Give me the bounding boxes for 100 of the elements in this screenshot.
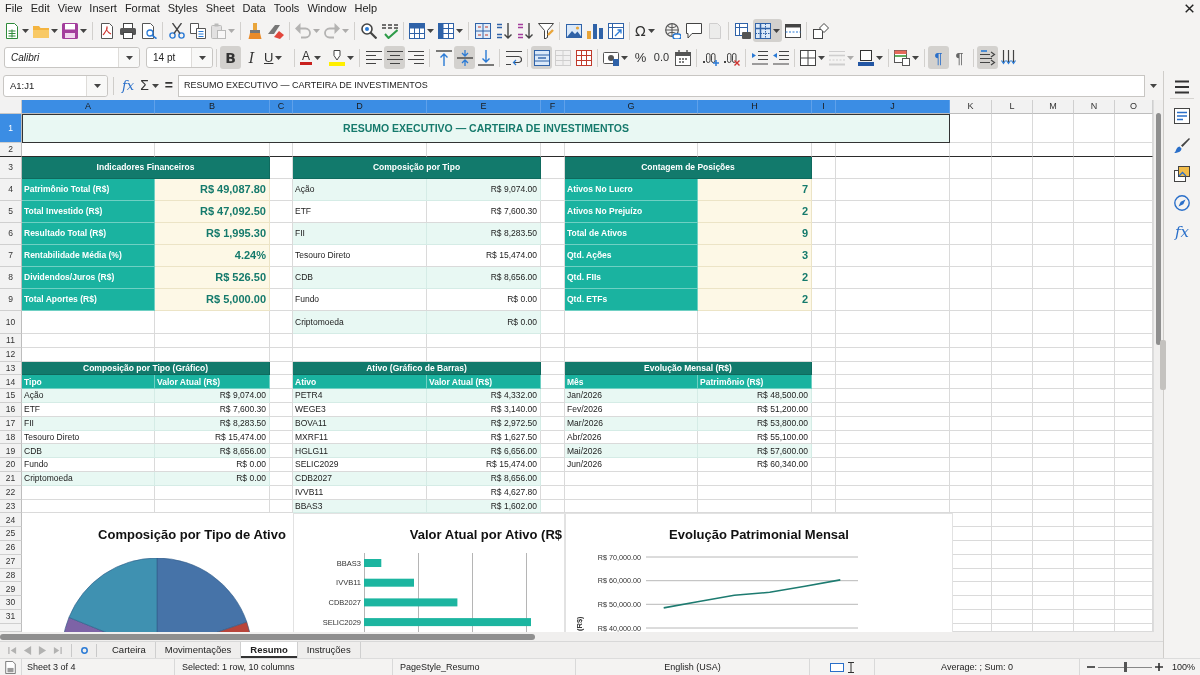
column-header[interactable]: C (270, 100, 293, 114)
menu-item[interactable]: Insert (85, 1, 121, 16)
row-header[interactable]: 11 (0, 334, 22, 348)
pdf-document-icon (98, 22, 115, 39)
row-header[interactable]: 30 (0, 596, 22, 610)
italic-button[interactable]: I (241, 46, 262, 69)
menu-item[interactable]: View (53, 1, 86, 16)
formula-button[interactable]: = (161, 74, 176, 97)
table-cell: Fundo (22, 458, 155, 472)
column-header[interactable]: D (293, 100, 427, 114)
menu-item[interactable]: Window (303, 1, 351, 16)
column-header[interactable]: K (950, 100, 992, 114)
table-cell: Total Aportes (R$) (22, 289, 155, 311)
menu-item[interactable]: Format (120, 1, 164, 16)
menu-item[interactable]: Tools (269, 1, 304, 16)
align-center-button[interactable] (384, 46, 405, 69)
row-header[interactable]: 8 (0, 267, 22, 289)
percent-button[interactable]: % (630, 46, 651, 69)
font-size-box[interactable]: 14 pt (146, 47, 213, 68)
menu-item[interactable]: Styles (163, 1, 202, 16)
font-color-button[interactable]: A (298, 46, 327, 69)
functions-button[interactable]: fx (1169, 220, 1195, 244)
column-header[interactable]: O (1115, 100, 1153, 114)
sheet-tab[interactable]: Carteira (103, 642, 156, 658)
column-header[interactable]: G (565, 100, 698, 114)
row-header[interactable]: 5 (0, 201, 22, 223)
column-header[interactable]: L (992, 100, 1033, 114)
row-header[interactable]: 20 (0, 458, 22, 472)
align-top-icon (435, 49, 452, 66)
table-cell: R$ 5,000.00 (155, 289, 270, 311)
special-character-button[interactable]: Ω (633, 19, 662, 42)
border-color-icon (858, 49, 874, 66)
underline-button[interactable]: U (262, 46, 291, 69)
column-header[interactable]: B (155, 100, 270, 114)
row-header[interactable]: 24 (0, 513, 22, 528)
name-box[interactable]: A1:J1 (3, 74, 108, 97)
row-header[interactable]: 3 (0, 157, 22, 179)
column-header[interactable]: J (836, 100, 950, 114)
table-cell: Jan/2026 (565, 389, 698, 403)
bold-button[interactable]: B (220, 46, 241, 69)
table-cell: Tesouro Direto (293, 245, 427, 267)
row-header[interactable]: 9 (0, 289, 22, 311)
borders-icon (800, 49, 816, 66)
row-header[interactable]: 14 (0, 375, 22, 390)
right-to-left-button[interactable]: ¶ (949, 46, 970, 69)
scrollbar-thumb[interactable] (1156, 113, 1161, 345)
table-cell: Ativos No Prejuízo (565, 201, 698, 223)
row-header[interactable]: 2 (0, 143, 22, 157)
dropdown-button[interactable] (191, 48, 212, 67)
text-cursor-icon (848, 661, 854, 673)
sheet-tab[interactable]: Resumo (241, 642, 298, 658)
row-header[interactable]: 6 (0, 223, 22, 245)
menu-item[interactable]: Data (238, 1, 270, 16)
ring-icon (80, 646, 88, 654)
font-name-box[interactable]: Calibri (4, 47, 140, 68)
menu-item[interactable]: File (1, 1, 27, 16)
slider-thumb[interactable] (1123, 662, 1127, 672)
sheet-tab[interactable]: Instruções (297, 642, 361, 658)
menu-item[interactable]: Help (350, 1, 382, 16)
caret-icon (93, 83, 101, 88)
banknote-icon (603, 49, 619, 66)
align-left-icon (365, 49, 382, 66)
column-header[interactable]: I (812, 100, 836, 114)
table-cell: R$ 8,656.00 (427, 267, 541, 289)
undo-icon (295, 22, 311, 39)
vertical-scrollbar[interactable] (1153, 100, 1163, 632)
menu-item[interactable]: Sheet (201, 1, 239, 16)
row-header[interactable]: 29 (0, 582, 22, 597)
column-header[interactable]: A (22, 100, 155, 114)
caret-icon (818, 55, 825, 60)
column-header[interactable]: H (698, 100, 812, 114)
row-header[interactable]: 19 (0, 444, 22, 459)
row-header[interactable]: 10 (0, 311, 22, 334)
column-header[interactable]: M (1033, 100, 1074, 114)
formula-input[interactable]: RESUMO EXECUTIVO — CARTEIRA DE INVESTIMENTOS (178, 74, 1145, 97)
row-header[interactable]: 7 (0, 245, 22, 267)
text-direction-button[interactable] (977, 46, 998, 69)
scrollbar-thumb[interactable] (0, 633, 535, 640)
row-header[interactable]: 4 (0, 179, 22, 201)
merge-center-button[interactable] (531, 46, 552, 69)
zoom-in-button[interactable] (1154, 661, 1164, 673)
table-cell: Qtd. Ações (565, 245, 698, 267)
number-format-button[interactable]: 0.0 (651, 46, 672, 69)
column-header[interactable]: F (541, 100, 565, 114)
caret-icon (275, 55, 283, 60)
column-header[interactable]: E (427, 100, 541, 114)
menu-item[interactable]: Edit (26, 1, 54, 16)
center-vertically-button[interactable] (454, 46, 475, 69)
close-document-button[interactable] (1185, 4, 1194, 13)
row-header[interactable]: 15 (0, 389, 22, 403)
dropdown-button[interactable] (86, 75, 107, 96)
highlighter-icon (329, 49, 345, 66)
sidebar-handle[interactable] (1160, 340, 1166, 390)
dropdown-button[interactable] (118, 48, 139, 67)
sum-button[interactable]: Σ (137, 74, 162, 97)
row-header[interactable]: 25 (0, 527, 22, 541)
table-grid-icon (755, 22, 771, 39)
column-header[interactable]: N (1074, 100, 1115, 114)
function-wizard-button[interactable]: fx (119, 74, 138, 97)
freeze-button[interactable] (753, 19, 782, 42)
